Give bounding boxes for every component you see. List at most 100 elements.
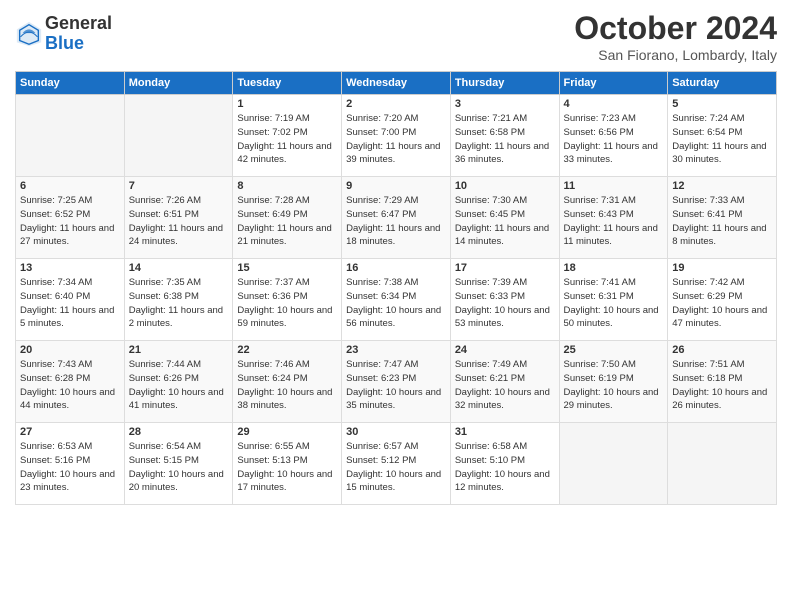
day-number: 22 — [237, 344, 337, 356]
day-detail: Daylight: 10 hours and 44 minutes. — [20, 387, 115, 412]
month-title: October 2024 — [574, 10, 777, 47]
calendar-cell: 9Sunrise: 7:29 AMSunset: 6:47 PMDaylight… — [342, 177, 451, 259]
day-info: Sunrise: 7:42 AMSunset: 6:29 PMDaylight:… — [672, 276, 772, 331]
day-number: 24 — [455, 344, 555, 356]
calendar-cell: 29 Sunrise: 6:55 AMSunset: 5:13 PMDayligh… — [233, 423, 342, 505]
day-number: 28 — [129, 426, 229, 438]
day-info: Sunrise: 7:33 AMSunset: 6:41 PMDaylight:… — [672, 194, 772, 249]
day-detail: Sunset: 6:23 PM — [346, 373, 416, 384]
day-number: 6 — [20, 180, 120, 192]
day-info: Sunrise: 7:41 AMSunset: 6:31 PMDaylight:… — [564, 276, 664, 331]
calendar-cell: 13Sunrise: 7:34 AMSunset: 6:40 PMDayligh… — [16, 259, 125, 341]
calendar-cell: 10Sunrise: 7:30 AMSunset: 6:45 PMDayligh… — [450, 177, 559, 259]
day-detail: Sunrise: 7:33 AM — [672, 195, 744, 206]
day-detail: Sunset: 6:51 PM — [129, 209, 199, 220]
day-info: Sunrise: 7:20 AMSunset: 7:00 PMDaylight:… — [346, 112, 446, 167]
day-detail: Sunrise: 7:25 AM — [20, 195, 92, 206]
week-row-0: 1Sunrise: 7:19 AMSunset: 7:02 PMDaylight… — [16, 95, 777, 177]
day-info: Sunrise: 6:55 AMSunset: 5:13 PMDaylight:… — [237, 440, 337, 495]
day-detail: Sunset: 6:33 PM — [455, 291, 525, 302]
day-detail: Sunset: 6:45 PM — [455, 209, 525, 220]
day-detail: Daylight: 10 hours and 53 minutes. — [455, 305, 550, 330]
day-detail: Sunset: 6:26 PM — [129, 373, 199, 384]
day-detail: Sunset: 5:15 PM — [129, 455, 199, 466]
day-number: 29 — [237, 426, 337, 438]
day-detail: Sunset: 6:19 PM — [564, 373, 634, 384]
day-detail: Sunset: 6:18 PM — [672, 373, 742, 384]
day-detail: Daylight: 10 hours and 50 minutes. — [564, 305, 659, 330]
day-detail: Sunrise: 6:54 AM — [129, 441, 201, 452]
day-detail: Sunrise: 7:41 AM — [564, 277, 636, 288]
day-detail: Sunrise: 7:31 AM — [564, 195, 636, 206]
calendar-cell: 6 Sunrise: 7:25 AMSunset: 6:52 PMDaylight… — [16, 177, 125, 259]
calendar-cell: 26Sunrise: 7:51 AMSunset: 6:18 PMDayligh… — [668, 341, 777, 423]
day-info: Sunrise: 7:38 AMSunset: 6:34 PMDaylight:… — [346, 276, 446, 331]
logo-text: General Blue — [45, 14, 112, 54]
day-detail: Daylight: 10 hours and 12 minutes. — [455, 469, 550, 494]
calendar-cell — [16, 95, 125, 177]
day-number: 5 — [672, 98, 772, 110]
day-number: 15 — [237, 262, 337, 274]
day-number: 17 — [455, 262, 555, 274]
calendar-table: Sunday Monday Tuesday Wednesday Thursday… — [15, 71, 777, 505]
day-detail: Sunrise: 7:47 AM — [346, 359, 418, 370]
day-info: Sunrise: 7:50 AMSunset: 6:19 PMDaylight:… — [564, 358, 664, 413]
day-detail: Sunrise: 7:19 AM — [237, 113, 309, 124]
day-detail: Sunset: 7:02 PM — [237, 127, 307, 138]
day-number: 11 — [564, 180, 664, 192]
calendar-cell — [124, 95, 233, 177]
calendar-cell: 4Sunrise: 7:23 AMSunset: 6:56 PMDaylight… — [559, 95, 668, 177]
day-info: Sunrise: 7:24 AMSunset: 6:54 PMDaylight:… — [672, 112, 772, 167]
day-number: 18 — [564, 262, 664, 274]
day-detail: Daylight: 10 hours and 35 minutes. — [346, 387, 441, 412]
col-sunday: Sunday — [16, 72, 125, 95]
calendar-cell: 15Sunrise: 7:37 AMSunset: 6:36 PMDayligh… — [233, 259, 342, 341]
title-block: October 2024 San Fiorano, Lombardy, Ital… — [574, 10, 777, 63]
calendar-cell: 2 Sunrise: 7:20 AMSunset: 7:00 PMDaylight… — [342, 95, 451, 177]
day-detail: Daylight: 11 hours and 33 minutes. — [564, 141, 658, 166]
day-detail: Sunrise: 7:35 AM — [129, 277, 201, 288]
day-detail: Daylight: 11 hours and 18 minutes. — [346, 223, 440, 248]
day-info: Sunrise: 6:57 AMSunset: 5:12 PMDaylight:… — [346, 440, 446, 495]
day-detail: Daylight: 10 hours and 20 minutes. — [129, 469, 224, 494]
day-info: Sunrise: 7:44 AMSunset: 6:26 PMDaylight:… — [129, 358, 229, 413]
day-detail: Daylight: 11 hours and 14 minutes. — [455, 223, 549, 248]
day-info: Sunrise: 7:49 AMSunset: 6:21 PMDaylight:… — [455, 358, 555, 413]
day-detail: Sunset: 6:21 PM — [455, 373, 525, 384]
calendar-cell: 14Sunrise: 7:35 AMSunset: 6:38 PMDayligh… — [124, 259, 233, 341]
day-detail: Sunset: 6:58 PM — [455, 127, 525, 138]
day-detail: Sunrise: 7:20 AM — [346, 113, 418, 124]
day-detail: Daylight: 10 hours and 38 minutes. — [237, 387, 332, 412]
day-detail: Sunset: 6:49 PM — [237, 209, 307, 220]
day-number: 2 — [346, 98, 446, 110]
day-info: Sunrise: 7:39 AMSunset: 6:33 PMDaylight:… — [455, 276, 555, 331]
day-info: Sunrise: 6:58 AMSunset: 5:10 PMDaylight:… — [455, 440, 555, 495]
day-detail: Sunset: 6:36 PM — [237, 291, 307, 302]
calendar-cell: 19Sunrise: 7:42 AMSunset: 6:29 PMDayligh… — [668, 259, 777, 341]
col-saturday: Saturday — [668, 72, 777, 95]
day-info: Sunrise: 6:54 AM Sunset: 5:15 PM Daylight:… — [129, 440, 229, 495]
day-detail: Daylight: 10 hours and 56 minutes. — [346, 305, 441, 330]
week-row-2: 13Sunrise: 7:34 AMSunset: 6:40 PMDayligh… — [16, 259, 777, 341]
day-detail: Daylight: 11 hours and 21 minutes. — [237, 223, 331, 248]
calendar-cell: 7 Sunrise: 7:26 AMSunset: 6:51 PMDaylight… — [124, 177, 233, 259]
day-detail: Sunrise: 7:24 AM — [672, 113, 744, 124]
col-friday: Friday — [559, 72, 668, 95]
day-number: 12 — [672, 180, 772, 192]
day-number: 7 — [129, 180, 229, 192]
day-detail: Daylight: 10 hours and 47 minutes. — [672, 305, 767, 330]
header-row: Sunday Monday Tuesday Wednesday Thursday… — [16, 72, 777, 95]
calendar-cell — [559, 423, 668, 505]
day-info: Sunrise: 7:26 AMSunset: 6:51 PMDaylight:… — [129, 194, 229, 249]
day-detail: Sunset: 6:28 PM — [20, 373, 90, 384]
logo: General Blue — [15, 14, 112, 54]
day-detail: Daylight: 11 hours and 36 minutes. — [455, 141, 549, 166]
day-number: 26 — [672, 344, 772, 356]
day-number: 16 — [346, 262, 446, 274]
calendar-cell: 27Sunrise: 6:53 AMSunset: 5:16 PMDayligh… — [16, 423, 125, 505]
day-detail: Daylight: 11 hours and 11 minutes. — [564, 223, 658, 248]
day-detail: Sunrise: 7:37 AM — [237, 277, 309, 288]
day-detail: Sunrise: 7:38 AM — [346, 277, 418, 288]
day-info: Sunrise: 7:25 AMSunset: 6:52 PMDaylight:… — [20, 194, 120, 249]
day-number: 21 — [129, 344, 229, 356]
